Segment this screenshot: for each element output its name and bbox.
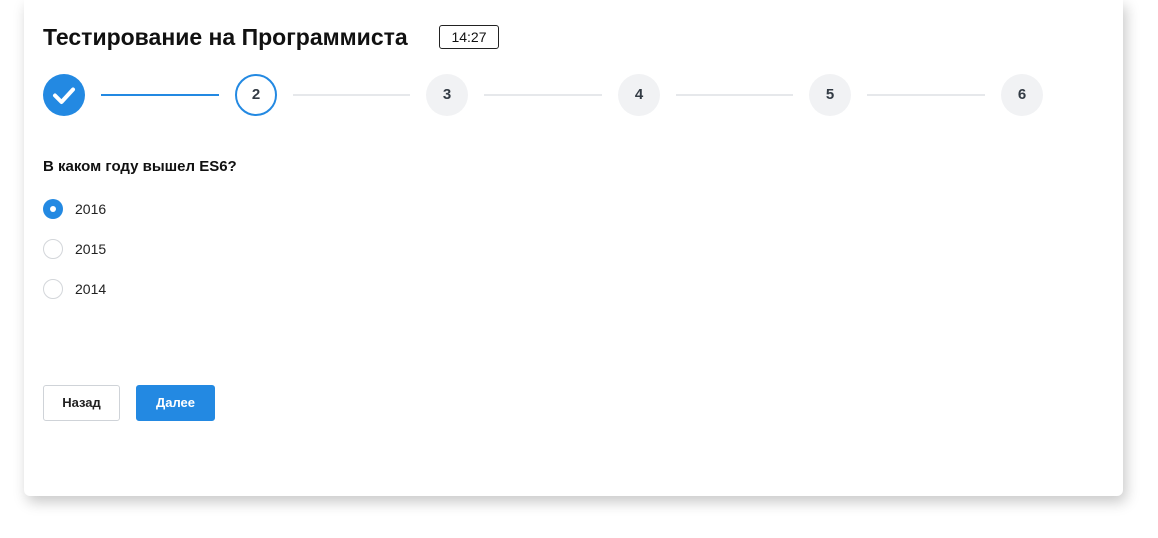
radio-button-selected[interactable] <box>43 199 63 219</box>
answer-label: 2015 <box>75 241 107 257</box>
step-1-completed[interactable] <box>43 74 85 116</box>
step-connector-1 <box>101 94 219 96</box>
test-card: Тестирование на Программиста 14:27 2 3 4… <box>24 0 1123 496</box>
step-connector-3 <box>484 94 602 96</box>
answer-label: 2014 <box>75 281 107 297</box>
next-button[interactable]: Далее <box>136 385 215 421</box>
step-connector-4 <box>676 94 793 96</box>
step-5[interactable]: 5 <box>809 74 851 116</box>
radio-button[interactable] <box>43 279 63 299</box>
step-connector-2 <box>293 94 410 96</box>
back-button[interactable]: Назад <box>43 385 120 421</box>
question-text: В каком году вышел ES6? <box>43 158 237 175</box>
step-4[interactable]: 4 <box>618 74 660 116</box>
radio-button[interactable] <box>43 239 63 259</box>
page-title: Тестирование на Программиста <box>43 24 408 50</box>
answer-label: 2016 <box>75 201 107 217</box>
step-6[interactable]: 6 <box>1001 74 1043 116</box>
step-2-current[interactable]: 2 <box>235 74 277 116</box>
step-connector-5 <box>867 94 985 96</box>
step-3[interactable]: 3 <box>426 74 468 116</box>
timer-badge: 14:27 <box>439 25 499 49</box>
check-icon <box>53 87 75 104</box>
